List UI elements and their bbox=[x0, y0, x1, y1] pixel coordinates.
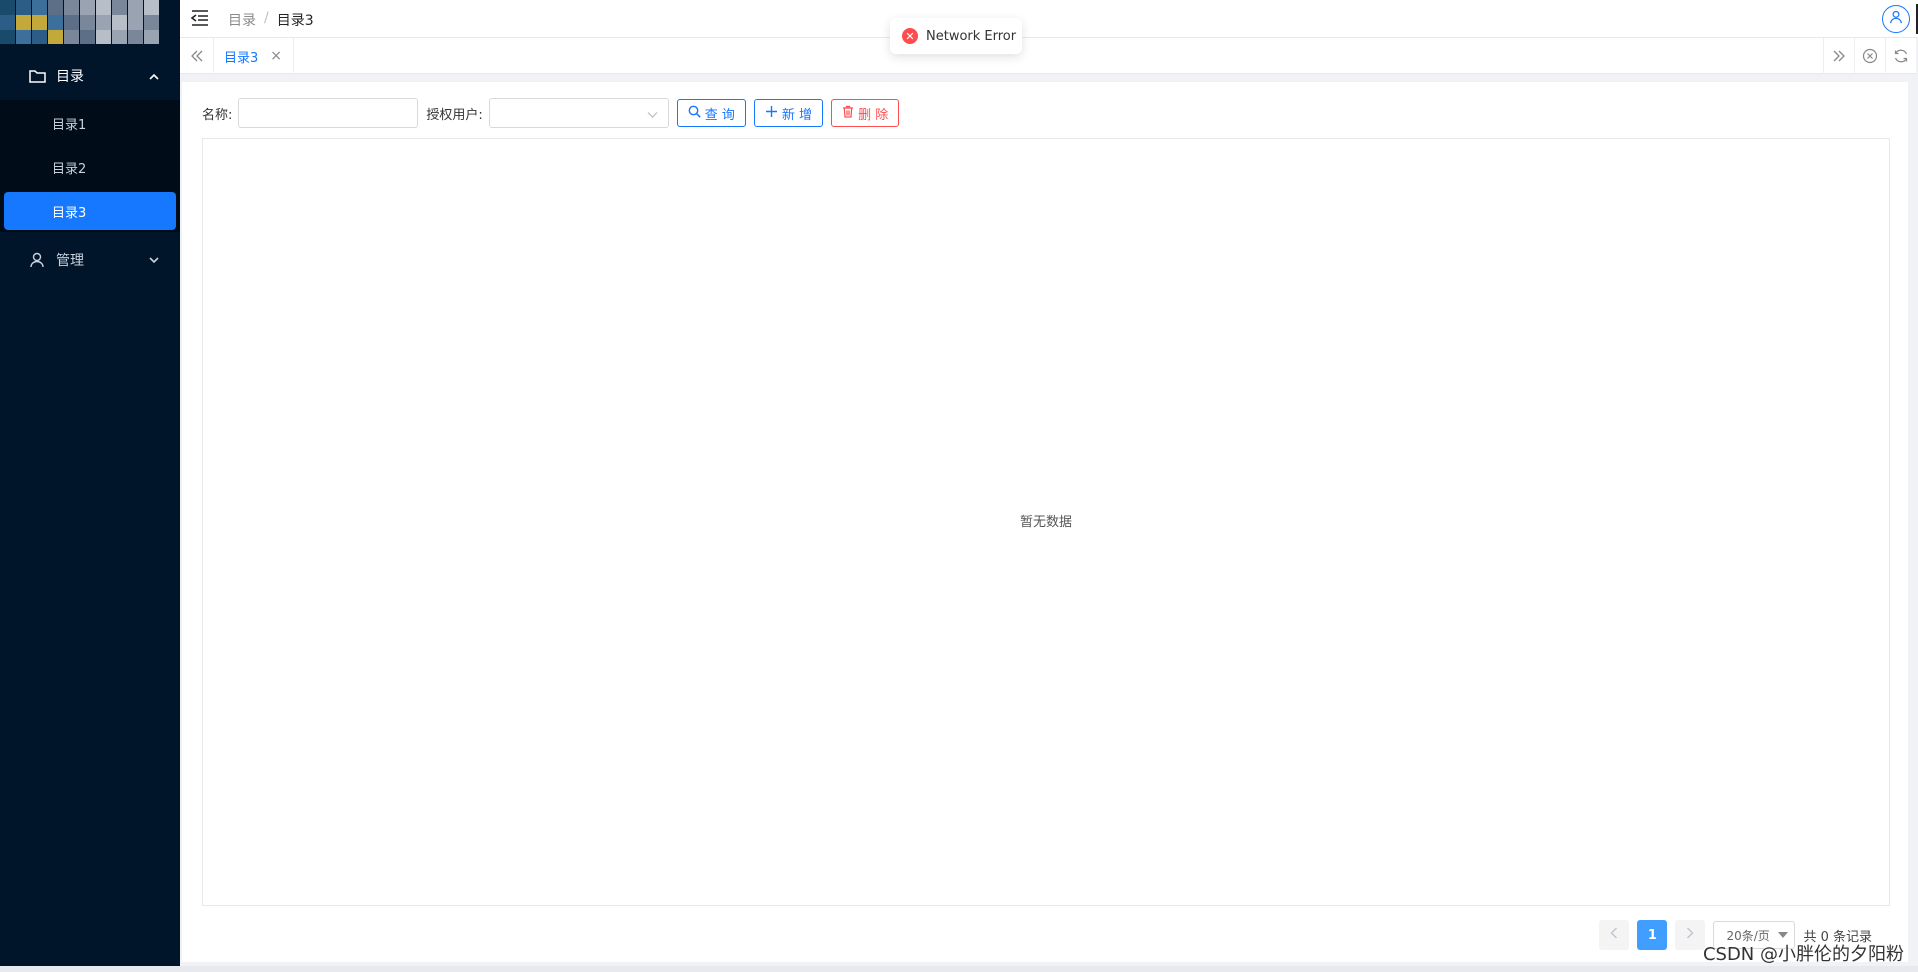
user-icon bbox=[28, 251, 46, 269]
trash-icon bbox=[842, 105, 854, 122]
submenu-catalog: 目录1 目录2 目录3 bbox=[0, 100, 180, 232]
sidebar-item-label: 目录2 bbox=[52, 161, 87, 177]
empty-placeholder: 暂无数据 bbox=[1019, 515, 1072, 530]
logo bbox=[0, 0, 166, 44]
next-page-button[interactable] bbox=[1675, 920, 1706, 950]
logo-pixel bbox=[32, 30, 47, 44]
bottom-strip bbox=[0, 966, 1918, 972]
user-avatar-icon bbox=[1889, 10, 1903, 28]
name-input[interactable] bbox=[238, 98, 419, 128]
logo-pixel bbox=[48, 0, 63, 15]
tab-label: 目录3 bbox=[224, 50, 259, 66]
tabs-bar: 目录3 × bbox=[180, 38, 1916, 74]
logo-pixel bbox=[144, 0, 159, 15]
menu-group-manage[interactable]: 管理 bbox=[0, 236, 180, 284]
breadcrumb-separator: / bbox=[264, 10, 269, 26]
main-content: 名称: 授权用户: 查 询 新 增 删 除 暂无数据 1 20条/页 共 0 条… bbox=[182, 82, 1908, 962]
watermark: CSDN @小胖伦的夕阳粉 bbox=[1702, 944, 1904, 965]
authorized-user-label: 授权用户: bbox=[426, 107, 483, 123]
logo-pixel bbox=[112, 15, 127, 30]
logo-pixel bbox=[16, 15, 31, 30]
logo-pixel bbox=[96, 15, 111, 30]
logo-pixel bbox=[80, 15, 95, 30]
add-button-label: 新 增 bbox=[781, 107, 813, 123]
query-button-label: 查 询 bbox=[704, 107, 735, 123]
toast-message: Network Error bbox=[926, 28, 1017, 44]
logo-pixel bbox=[96, 0, 111, 15]
menu-group-label: 管理 bbox=[56, 253, 84, 269]
chevron-down-icon bbox=[647, 107, 658, 123]
chevron-down-icon bbox=[148, 254, 160, 266]
sidebar: 目录 目录1 目录2 目录3 管理 bbox=[0, 0, 180, 972]
logo-pixel bbox=[0, 15, 15, 30]
logo-pixel bbox=[128, 0, 143, 15]
folder-icon bbox=[28, 67, 46, 85]
logo-pixel bbox=[64, 0, 79, 15]
close-all-icon[interactable] bbox=[1854, 38, 1885, 74]
sidebar-item-catalog3[interactable]: 目录3 bbox=[4, 192, 176, 230]
tabs-scroll-left-icon[interactable] bbox=[180, 38, 214, 74]
logo-pixel bbox=[128, 30, 143, 44]
logo-pixel bbox=[112, 30, 127, 44]
logo-pixel bbox=[32, 0, 47, 15]
plus-icon bbox=[765, 105, 778, 122]
logo-pixel bbox=[48, 30, 63, 44]
logo-pixel bbox=[32, 15, 47, 30]
logo-pixel bbox=[0, 30, 15, 44]
sidebar-item-label: 目录1 bbox=[52, 117, 87, 133]
refresh-icon[interactable] bbox=[1885, 38, 1916, 74]
logo-pixel bbox=[64, 30, 79, 44]
logo-pixel bbox=[16, 0, 31, 15]
name-label: 名称: bbox=[202, 107, 233, 123]
logo-pixel bbox=[128, 15, 143, 30]
authorized-user-select[interactable] bbox=[488, 98, 669, 128]
logo-pixel bbox=[80, 30, 95, 44]
breadcrumb: 目录 / 目录3 bbox=[228, 10, 314, 30]
caret-down-icon bbox=[1778, 932, 1789, 938]
tab-catalog3[interactable]: 目录3 × bbox=[216, 38, 294, 74]
logo-pixel bbox=[48, 15, 63, 30]
chevron-left-icon bbox=[1610, 927, 1618, 943]
breadcrumb-current: 目录3 bbox=[276, 13, 314, 29]
menu-collapse-icon[interactable] bbox=[190, 9, 210, 29]
menu-group-catalog[interactable]: 目录 bbox=[0, 52, 180, 100]
query-button[interactable]: 查 询 bbox=[676, 99, 746, 127]
logo-pixel bbox=[96, 30, 111, 44]
filter-bar: 名称: 授权用户: 查 询 新 增 删 除 bbox=[202, 98, 900, 128]
delete-button[interactable]: 删 除 bbox=[831, 99, 900, 127]
tabs-scroll-right-icon[interactable] bbox=[1823, 38, 1854, 74]
logo-pixel bbox=[0, 0, 15, 15]
top-header: 目录 / 目录3 bbox=[180, 0, 1918, 38]
breadcrumb-item[interactable]: 目录 bbox=[228, 10, 256, 30]
sidebar-item-label: 目录3 bbox=[52, 205, 87, 221]
avatar[interactable] bbox=[1882, 5, 1910, 33]
error-icon: ✕ bbox=[902, 28, 918, 44]
logo-pixel bbox=[16, 30, 31, 44]
logo-pixel bbox=[112, 0, 127, 15]
sidebar-item-catalog1[interactable]: 目录1 bbox=[4, 104, 176, 142]
page-number-button[interactable]: 1 bbox=[1637, 920, 1668, 950]
search-icon bbox=[688, 105, 701, 122]
logo-pixel bbox=[64, 15, 79, 30]
logo-pixel bbox=[144, 15, 159, 30]
logo-pixel bbox=[144, 30, 159, 44]
add-button[interactable]: 新 增 bbox=[753, 99, 824, 127]
delete-button-label: 删 除 bbox=[858, 107, 889, 123]
tab-tools bbox=[1823, 38, 1916, 74]
chevron-up-icon bbox=[148, 70, 160, 82]
prev-page-button[interactable] bbox=[1599, 920, 1630, 950]
data-table: 暂无数据 bbox=[202, 138, 1890, 906]
logo-pixel bbox=[80, 0, 95, 15]
error-toast: ✕ Network Error bbox=[890, 18, 1022, 54]
close-icon[interactable]: × bbox=[270, 48, 282, 64]
menu-group-label: 目录 bbox=[56, 69, 84, 85]
chevron-right-icon bbox=[1686, 927, 1694, 943]
sidebar-item-catalog2[interactable]: 目录2 bbox=[4, 148, 176, 186]
